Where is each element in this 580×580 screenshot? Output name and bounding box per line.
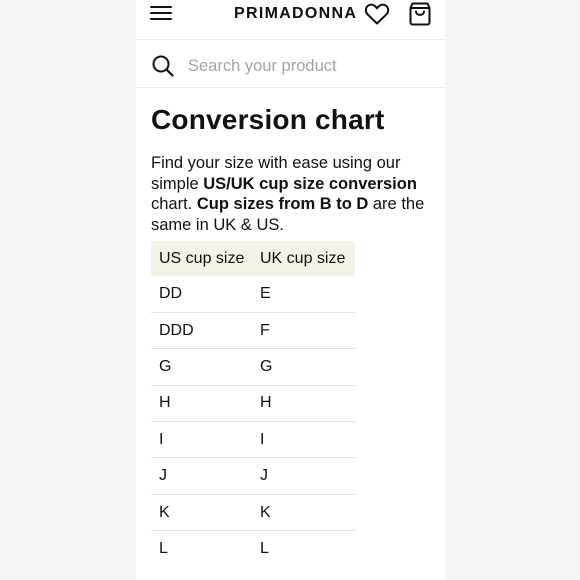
table-row: H H <box>151 384 355 422</box>
uk-size-cell: H <box>252 384 355 422</box>
conversion-table: US cup size UK cup size DD E DDD F G G H… <box>151 241 355 568</box>
table-row: G G <box>151 348 355 386</box>
uk-size-cell: F <box>252 311 355 349</box>
intro-bold-cup-sizes: Cup sizes from B to D <box>196 195 369 213</box>
hamburger-menu-icon[interactable] <box>150 4 172 22</box>
page-title: Conversion chart <box>151 104 385 135</box>
us-size-cell: DD <box>159 284 183 302</box>
column-header-uk: UK cup size <box>252 241 355 276</box>
intro-text: Find your size with ease using our simpl… <box>151 153 435 235</box>
search-bar <box>136 40 445 88</box>
us-size-cell: G <box>151 348 252 386</box>
us-size-cell: K <box>151 493 252 531</box>
uk-size-cell: G <box>252 348 355 386</box>
shopping-bag-icon[interactable] <box>408 0 432 26</box>
uk-size-cell: J <box>252 457 355 495</box>
us-size-cell: H <box>151 384 252 422</box>
heart-icon[interactable] <box>364 2 390 26</box>
table-row: J J <box>151 457 355 495</box>
uk-size-cell: L <box>252 530 355 568</box>
table-row: DDD F <box>151 311 355 349</box>
table-header-row: US cup size UK cup size <box>151 241 355 276</box>
table-row: I I <box>151 421 355 458</box>
us-size-cell: I <box>151 421 252 458</box>
us-size-cell: DDD <box>151 311 252 349</box>
search-icon[interactable] <box>151 54 175 78</box>
site-header: PRIMADONNA <box>136 0 445 40</box>
intro-text-part2: chart. <box>151 195 197 213</box>
uk-size-cell: I <box>252 421 355 458</box>
us-size-cell: J <box>151 457 252 495</box>
main-content: Conversion chart Find your size with eas… <box>136 104 445 568</box>
intro-bold-conversion: US/UK cup size conversion <box>203 174 417 193</box>
uk-size-cell: K <box>252 493 355 531</box>
mobile-page: PRIMADONNA Conversion chart Find your si… <box>136 0 445 580</box>
table-row: K K <box>151 493 355 531</box>
brand-logo[interactable]: PRIMADONNA <box>234 5 357 23</box>
table-row: DD E <box>151 276 355 312</box>
us-size-cell: L <box>151 530 252 568</box>
column-header-us: US cup size <box>151 241 252 276</box>
search-input[interactable] <box>188 54 428 78</box>
uk-size-cell: E <box>260 284 271 302</box>
table-row: L L <box>151 530 355 568</box>
